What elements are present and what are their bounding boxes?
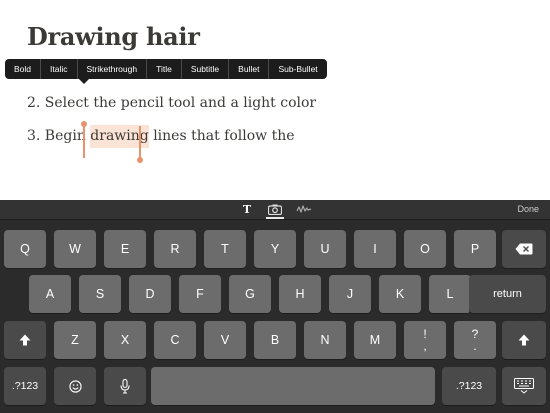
- keyboard-toolbar: T Done: [0, 200, 550, 220]
- onscreen-keyboard: T Done Q W E R T Y U I O P A S D F G H J…: [0, 200, 550, 413]
- menu-item-subtitle[interactable]: Subtitle: [182, 59, 230, 79]
- selection-end-handle-knob[interactable]: [137, 157, 143, 163]
- format-menu: Bold Italic Strikethrough Title Subtitle…: [5, 59, 327, 79]
- key-r[interactable]: R: [154, 230, 196, 268]
- step-two-text[interactable]: 2. Select the pencil tool and a light co…: [27, 95, 316, 111]
- key-l[interactable]: L: [429, 275, 471, 313]
- key-e[interactable]: E: [104, 230, 146, 268]
- menu-item-bullet[interactable]: Bullet: [229, 59, 270, 79]
- backspace-key[interactable]: [502, 230, 546, 268]
- menu-item-strikethrough[interactable]: Strikethrough: [78, 59, 148, 79]
- key-i[interactable]: I: [354, 230, 396, 268]
- key-k[interactable]: K: [379, 275, 421, 313]
- step-three-suffix: lines that follow the: [148, 128, 295, 144]
- key-v[interactable]: V: [204, 321, 246, 359]
- return-key[interactable]: return: [469, 275, 546, 313]
- key-z[interactable]: Z: [54, 321, 96, 359]
- key-exclamation-comma[interactable]: !,: [404, 321, 446, 359]
- emoji-icon: [68, 379, 82, 393]
- note-title[interactable]: Drawing hair: [27, 22, 200, 51]
- step-three-prefix: 3. Begin: [27, 128, 91, 144]
- emoji-key[interactable]: [54, 367, 96, 405]
- done-button[interactable]: Done: [517, 204, 539, 214]
- dictation-key[interactable]: [104, 367, 146, 405]
- key-a[interactable]: A: [29, 275, 71, 313]
- text-format-icon[interactable]: T: [240, 202, 254, 216]
- menu-item-sub-bullet[interactable]: Sub-Bullet: [269, 59, 326, 79]
- key-h[interactable]: H: [279, 275, 321, 313]
- active-tab-underline: [266, 217, 284, 219]
- keyboard-hide-icon: [514, 378, 534, 394]
- step-three-text[interactable]: 3. Begin drawing lines that follow the: [27, 125, 295, 148]
- space-bar[interactable]: [151, 367, 435, 405]
- camera-icon[interactable]: [266, 202, 284, 216]
- shift-key-left[interactable]: [4, 321, 46, 359]
- key-o[interactable]: O: [404, 230, 446, 268]
- menu-item-bold[interactable]: Bold: [5, 59, 42, 79]
- key-question-period[interactable]: ?.: [454, 321, 496, 359]
- key-d[interactable]: D: [129, 275, 171, 313]
- key-period-label: .: [473, 339, 477, 353]
- menu-item-italic[interactable]: Italic: [41, 59, 78, 79]
- key-n[interactable]: N: [304, 321, 346, 359]
- shift-key-right[interactable]: [502, 321, 546, 359]
- key-y[interactable]: Y: [254, 230, 296, 268]
- key-b[interactable]: B: [254, 321, 296, 359]
- hide-keyboard-key[interactable]: [502, 367, 546, 405]
- key-m[interactable]: M: [354, 321, 396, 359]
- numbers-key-left[interactable]: .?123: [4, 367, 46, 405]
- key-comma-label: ,: [423, 339, 427, 353]
- selection-start-handle[interactable]: [83, 125, 85, 158]
- shift-icon: [518, 334, 530, 346]
- backspace-icon: [515, 243, 533, 255]
- key-j[interactable]: J: [329, 275, 371, 313]
- numbers-key-right[interactable]: .?123: [442, 367, 496, 405]
- menu-pointer-arrow: [78, 78, 90, 84]
- note-document[interactable]: Drawing hair Bold Italic Strikethrough T…: [0, 0, 550, 200]
- key-s[interactable]: S: [79, 275, 121, 313]
- microphone-icon: [120, 378, 130, 394]
- menu-item-title[interactable]: Title: [147, 59, 182, 79]
- key-q[interactable]: Q: [4, 230, 46, 268]
- key-c[interactable]: C: [154, 321, 196, 359]
- key-g[interactable]: G: [229, 275, 271, 313]
- drawing-icon[interactable]: [296, 202, 312, 216]
- key-p[interactable]: P: [454, 230, 496, 268]
- selection-end-handle[interactable]: [139, 126, 141, 159]
- key-w[interactable]: W: [54, 230, 96, 268]
- shift-icon: [19, 334, 31, 346]
- key-f[interactable]: F: [179, 275, 221, 313]
- key-u[interactable]: U: [304, 230, 346, 268]
- key-t[interactable]: T: [204, 230, 246, 268]
- key-x[interactable]: X: [104, 321, 146, 359]
